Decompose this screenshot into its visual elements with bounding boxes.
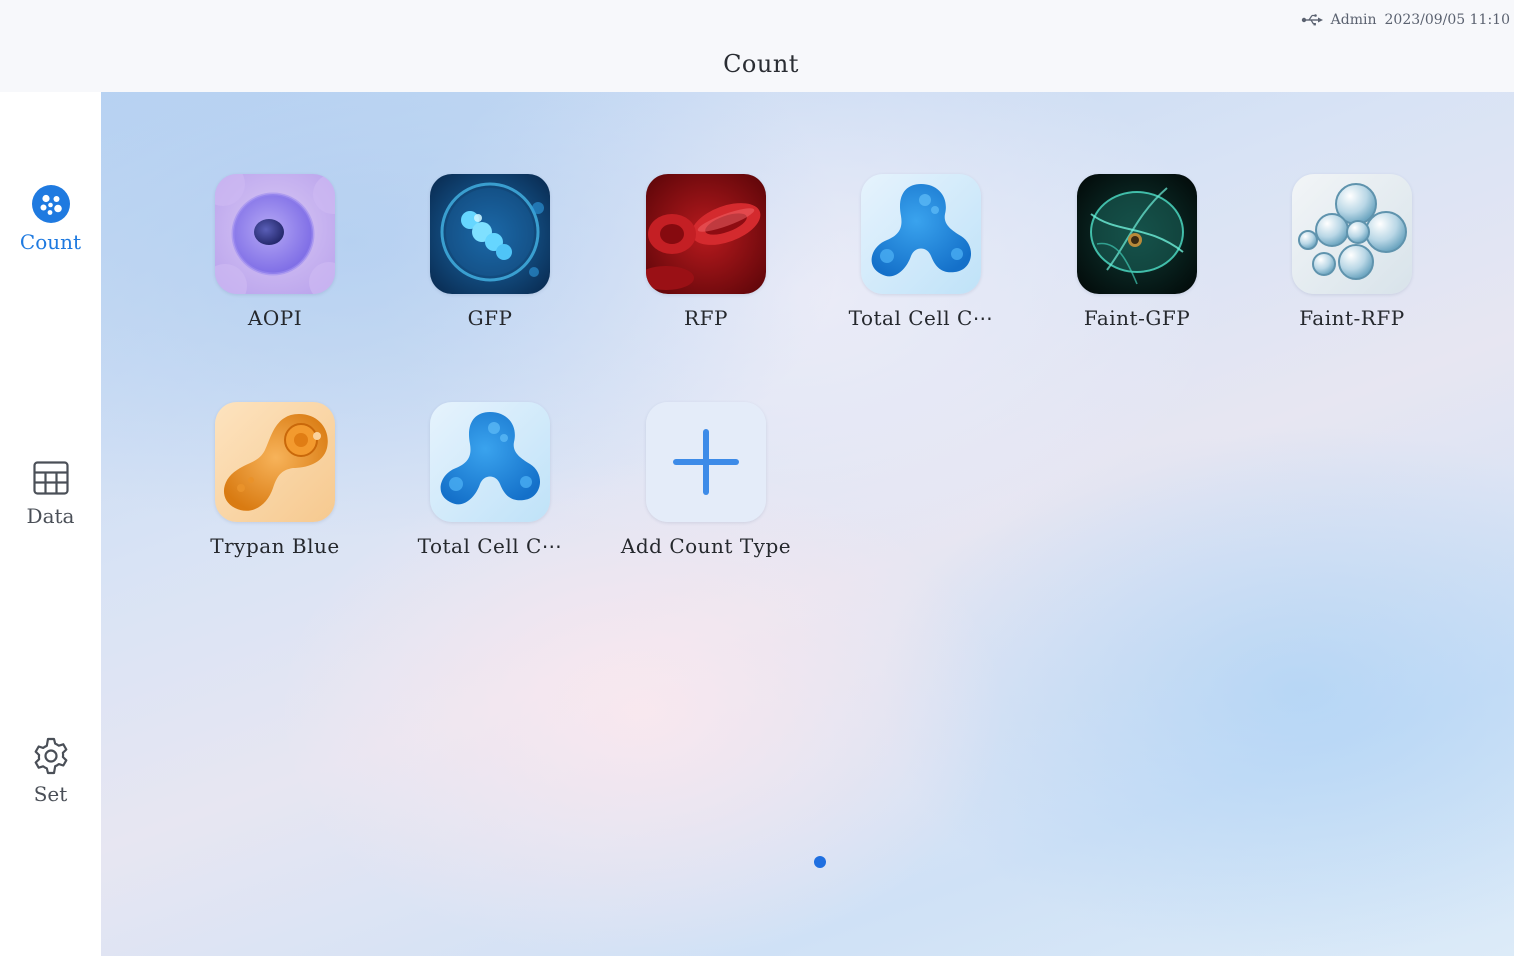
app-window: Admin 2023/09/05 11:10 Count Count Data … [0,0,1514,956]
faint-rfp-bubbles-icon [1292,174,1412,294]
app-label: GFP [467,306,513,330]
app-tile-faint-rfp[interactable]: Faint-RFP [1262,174,1442,330]
app-tile-rfp[interactable]: RFP [616,174,796,330]
total-cell-count-icon [861,174,981,294]
app-tile-trypan-blue[interactable]: Trypan Blue [185,402,365,558]
app-grid-panel: AOPI GFP RFP Total Cell C⋯ Faint-GFP Fai… [101,92,1514,956]
total-cell-count-icon [430,402,550,522]
sidebar-item-label: Count [19,230,82,254]
sidebar-item-set[interactable]: Set [0,736,101,806]
app-label: Total Cell C⋯ [848,306,994,330]
sidebar-item-label: Set [33,782,68,806]
page-title: Count [723,50,799,78]
page-indicator-dot[interactable] [814,856,826,868]
sidebar-item-count[interactable]: Count [0,184,101,254]
gfp-cell-icon [430,174,550,294]
app-tile-total-cell-count-2[interactable]: Total Cell C⋯ [400,402,580,558]
faint-gfp-icon [1077,174,1197,294]
rfp-blood-cell-icon [646,174,766,294]
app-tile-total-cell-count[interactable]: Total Cell C⋯ [831,174,1011,330]
usb-icon [1301,13,1323,27]
trypan-blue-icon [215,402,335,522]
status-bar: Admin 2023/09/05 11:10 [1301,12,1510,28]
gear-icon [31,736,71,776]
app-label: Total Cell C⋯ [417,534,563,558]
app-tile-aopi[interactable]: AOPI [185,174,365,330]
status-user: Admin [1330,12,1377,28]
add-count-type-button[interactable]: Add Count Type [616,402,796,558]
app-label: Add Count Type [620,534,792,558]
app-label: Faint-GFP [1083,306,1191,330]
count-icon [31,184,71,224]
sidebar: Count Data Set [0,92,101,956]
app-label: AOPI [247,306,303,330]
status-datetime: 2023/09/05 11:10 [1384,12,1511,28]
sidebar-item-data[interactable]: Data [0,458,101,528]
app-tile-gfp[interactable]: GFP [400,174,580,330]
app-tile-faint-gfp[interactable]: Faint-GFP [1047,174,1227,330]
plus-icon [646,402,766,522]
table-icon [31,458,71,498]
app-label: Trypan Blue [210,534,340,558]
app-label: Faint-RFP [1299,306,1405,330]
app-label: RFP [684,306,728,330]
aopi-cell-icon [215,174,335,294]
sidebar-item-label: Data [26,504,75,528]
top-bar: Admin 2023/09/05 11:10 Count [8,6,1514,92]
